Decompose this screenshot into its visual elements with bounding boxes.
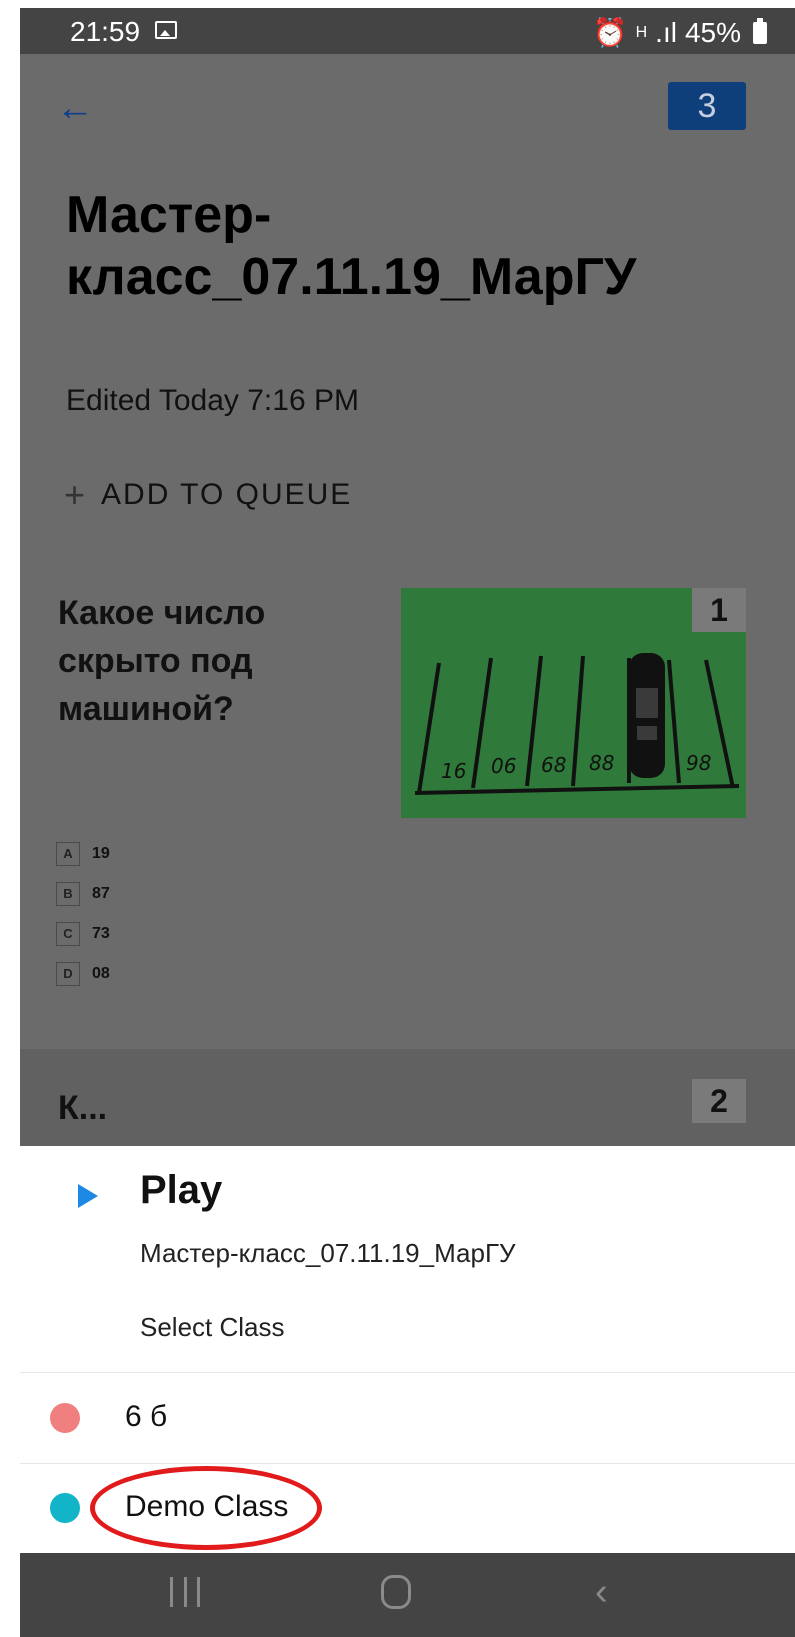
question-number-badge: 2 (692, 1079, 746, 1123)
battery-percent: 45% (684, 16, 741, 48)
phone-screen: 21:59 ⏰ H .ıl 45% ← 3 Мастер-класс_07.11… (20, 8, 795, 1637)
class-item-6b[interactable]: 6 б (20, 1373, 795, 1463)
answer-letter: A (56, 842, 80, 866)
answer-text: 73 (92, 925, 110, 942)
answer-text: 08 (92, 965, 110, 982)
home-icon[interactable] (381, 1575, 411, 1609)
status-bar: 21:59 ⏰ H .ıl 45% (20, 8, 795, 54)
answer-list: A 19 B 87 C 73 D 08 (56, 834, 110, 994)
parking-label: 98 (686, 751, 711, 775)
highlight-annotation (90, 1466, 322, 1550)
signal-icon: .ıl (655, 16, 677, 48)
recents-icon[interactable] (170, 1577, 200, 1607)
back-icon[interactable]: ‹ (595, 1571, 608, 1614)
question-text: К... (58, 1089, 108, 1127)
sheet-title: Play (140, 1168, 223, 1212)
parking-label: 16 (441, 759, 466, 783)
navigation-bar: ‹ (20, 1553, 795, 1637)
answer-letter: D (56, 962, 80, 986)
question-number-badge: 1 (692, 588, 746, 632)
page-title: Мастер-класс_07.11.19_МарГУ (66, 186, 637, 306)
answer-option: D 08 (56, 954, 110, 994)
answer-text: 19 (92, 845, 110, 862)
class-name: 6 б (125, 1400, 168, 1433)
answer-option: B 87 (56, 874, 110, 914)
class-color-dot (50, 1493, 80, 1523)
parking-label: 06 (491, 754, 516, 778)
car-icon (629, 653, 665, 778)
data-icon: H (635, 23, 648, 41)
edited-timestamp: Edited Today 7:16 PM (66, 384, 359, 417)
status-right-group: ⏰ H .ıl 45% (593, 16, 767, 49)
parking-label: 88 (589, 751, 614, 775)
alarm-icon: ⏰ (592, 17, 628, 48)
class-color-dot (50, 1403, 80, 1433)
quiz-name: Мастер-класс_07.11.19_МарГУ (140, 1238, 516, 1268)
parking-label: 68 (541, 753, 566, 777)
next-question-card: К... 2 (20, 1049, 795, 1146)
answer-option: C 73 (56, 914, 110, 954)
add-to-queue-button[interactable]: + ADD TO QUEUE (64, 474, 352, 516)
select-class-label: Select Class (140, 1312, 285, 1342)
answer-letter: C (56, 922, 80, 946)
question-count-badge[interactable]: 3 (668, 82, 746, 130)
play-icon (78, 1184, 98, 1208)
question-text: Какое число скрыто под машиной? (58, 594, 266, 728)
battery-icon (753, 17, 767, 44)
answer-option: A 19 (56, 834, 110, 874)
quiz-page: ← 3 Мастер-класс_07.11.19_МарГУ Edited T… (20, 54, 795, 1146)
status-time: 21:59 (70, 16, 141, 47)
arrow-left-icon[interactable]: ← (56, 89, 96, 127)
play-bottom-sheet: Play Мастер-класс_07.11.19_МарГУ Select … (20, 1146, 795, 1553)
add-to-queue-label: ADD TO QUEUE (101, 478, 353, 511)
answer-text: 87 (92, 885, 110, 902)
plus-icon: + (64, 474, 88, 515)
image-icon (155, 21, 177, 39)
answer-letter: B (56, 882, 80, 906)
